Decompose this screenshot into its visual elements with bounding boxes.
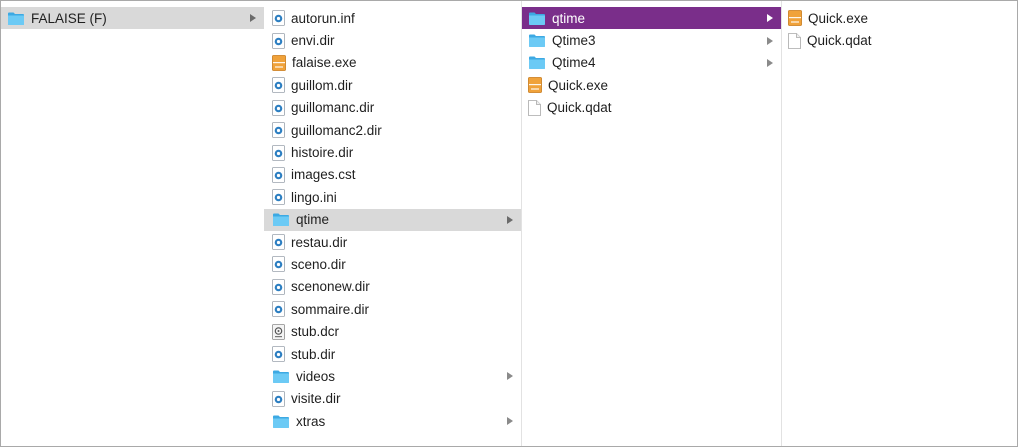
column-2[interactable]: autorun.inf envi.dir falaise.exe guillom.di… xyxy=(264,1,522,446)
column-1[interactable]: FALAISE (F) xyxy=(1,1,265,446)
item-label: envi.dir xyxy=(291,33,335,49)
chevron-right-icon xyxy=(507,417,513,426)
item-label: stub.dcr xyxy=(291,324,340,340)
file-item-quick-qdat[interactable]: Quick.qdat xyxy=(782,29,1017,51)
item-label: guillomanc.dir xyxy=(291,100,375,116)
folder-icon xyxy=(272,414,290,429)
item-label: restau.dir xyxy=(291,234,348,250)
shockwave-file-icon xyxy=(272,390,285,407)
item-label: sceno.dir xyxy=(291,256,346,272)
chevron-right-icon xyxy=(250,14,256,23)
item-label: autorun.inf xyxy=(291,10,355,26)
chevron-right-icon xyxy=(507,215,513,224)
file-item-guillomanc2-dir[interactable]: guillomanc2.dir xyxy=(264,119,521,141)
item-label: histoire.dir xyxy=(291,145,354,161)
file-item-falaise-exe[interactable]: falaise.exe xyxy=(264,52,521,74)
folder-item-qtime3[interactable]: Qtime3 xyxy=(522,29,781,51)
file-item-histoire-dir[interactable]: histoire.dir xyxy=(264,141,521,163)
finder-column-browser: FALAISE (F) autorun.inf envi.dir falaise.e… xyxy=(0,0,1018,447)
item-label: xtras xyxy=(296,413,326,429)
file-item-guillom-dir[interactable]: guillom.dir xyxy=(264,74,521,96)
item-label: stub.dir xyxy=(291,346,336,362)
chevron-right-icon xyxy=(767,58,773,67)
folder-icon xyxy=(528,11,546,26)
item-label: guillomanc2.dir xyxy=(291,122,382,138)
file-item-quick-exe[interactable]: Quick.exe xyxy=(782,7,1017,29)
file-item-quick-qdat[interactable]: Quick.qdat xyxy=(522,97,781,119)
shockwave-file-icon xyxy=(272,77,285,94)
file-item-stub-dir[interactable]: stub.dir xyxy=(264,343,521,365)
file-item-envi-dir[interactable]: envi.dir xyxy=(264,29,521,51)
item-label: Qtime4 xyxy=(552,55,596,71)
item-label: Qtime3 xyxy=(552,33,596,49)
item-label: Quick.exe xyxy=(808,10,869,26)
item-label: Quick.qdat xyxy=(547,100,612,116)
column-3[interactable]: qtime Qtime3 Qtime4 Quick.exe Quick.qdat xyxy=(522,1,782,446)
folder-icon xyxy=(528,33,546,48)
folder-icon xyxy=(272,369,290,384)
item-label: Quick.exe xyxy=(548,77,609,93)
item-label: sommaire.dir xyxy=(291,301,370,317)
shockwave-file-icon xyxy=(272,256,285,273)
column-4[interactable]: Quick.exe Quick.qdat xyxy=(782,1,1017,446)
exe-icon xyxy=(272,55,286,71)
file-item-lingo-ini[interactable]: lingo.ini xyxy=(264,186,521,208)
file-item-sceno-dir[interactable]: sceno.dir xyxy=(264,253,521,275)
file-item-scenonew-dir[interactable]: scenonew.dir xyxy=(264,276,521,298)
folder-icon xyxy=(272,212,290,227)
shockwave-file-icon xyxy=(272,301,285,318)
folder-item-qtime[interactable]: qtime xyxy=(522,7,781,30)
chevron-right-icon xyxy=(507,372,513,381)
item-label: lingo.ini xyxy=(291,189,337,205)
item-label: falaise.exe xyxy=(292,55,357,71)
item-label: guillom.dir xyxy=(291,77,353,93)
file-item-sommaire-dir[interactable]: sommaire.dir xyxy=(264,298,521,320)
chevron-right-icon xyxy=(767,36,773,45)
shockwave-file-icon xyxy=(272,10,285,27)
folder-icon xyxy=(7,11,25,26)
shockwave-file-icon xyxy=(272,122,285,139)
shockwave-file-icon xyxy=(272,99,285,116)
shockwave-file-icon xyxy=(272,346,285,362)
folder-icon xyxy=(528,55,546,70)
file-item-autorun-inf[interactable]: autorun.inf xyxy=(264,7,521,29)
folder-item-videos[interactable]: videos xyxy=(264,365,521,387)
item-label: videos xyxy=(296,368,336,384)
file-item-images-cst[interactable]: images.cst xyxy=(264,164,521,186)
item-label: FALAISE (F) xyxy=(31,10,107,26)
item-label: qtime xyxy=(552,10,586,26)
item-label: scenonew.dir xyxy=(291,279,370,295)
item-label: qtime xyxy=(296,212,330,228)
shockwave-file-icon xyxy=(272,167,285,183)
item-label: images.cst xyxy=(291,167,356,183)
dcr-file-icon xyxy=(272,323,285,340)
item-label: Quick.qdat xyxy=(807,33,872,49)
shockwave-file-icon xyxy=(272,189,285,206)
file-item-quick-exe[interactable]: Quick.exe xyxy=(522,74,781,96)
folder-item-qtime4[interactable]: Qtime4 xyxy=(522,52,781,74)
exe-icon xyxy=(528,77,542,94)
file-item-stub-dcr[interactable]: stub.dcr xyxy=(264,320,521,342)
folder-item-falaise-f[interactable]: FALAISE (F) xyxy=(1,7,264,30)
file-item-guillomanc-dir[interactable]: guillomanc.dir xyxy=(264,97,521,119)
item-label: visite.dir xyxy=(291,391,341,407)
file-item-visite-dir[interactable]: visite.dir xyxy=(264,388,521,410)
shockwave-file-icon xyxy=(272,234,285,250)
blank-document-icon xyxy=(528,99,541,116)
folder-item-qtime[interactable]: qtime xyxy=(264,208,521,231)
exe-icon xyxy=(788,10,802,27)
chevron-right-icon xyxy=(767,14,773,23)
folder-item-xtras[interactable]: xtras xyxy=(264,410,521,432)
shockwave-file-icon xyxy=(272,32,285,49)
shockwave-file-icon xyxy=(272,278,285,295)
file-item-restau-dir[interactable]: restau.dir xyxy=(264,231,521,253)
shockwave-file-icon xyxy=(272,144,285,161)
blank-document-icon xyxy=(788,32,801,49)
